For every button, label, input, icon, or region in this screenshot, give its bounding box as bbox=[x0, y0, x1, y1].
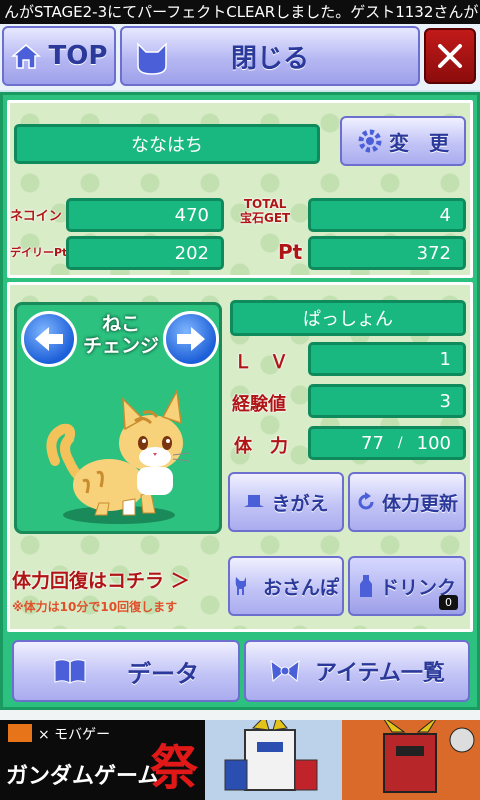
cat-change-label: ねこ チェンジ bbox=[79, 313, 163, 357]
hp-label: 体 力 bbox=[234, 436, 288, 457]
osanpo-button[interactable]: おさんぽ bbox=[228, 556, 344, 616]
arrow-right-icon bbox=[177, 327, 205, 351]
ad-kanji: 祭 bbox=[150, 740, 199, 796]
ad-banner[interactable]: × モバゲー ガンダムゲーム 祭 bbox=[0, 720, 480, 800]
close-panel-label: 閉じる bbox=[230, 43, 309, 74]
gundam-robot-icon bbox=[224, 720, 318, 791]
kigae-button[interactable]: きがえ bbox=[228, 472, 344, 532]
total-gem-value: 4 bbox=[439, 204, 451, 226]
player-name-field: ななはち bbox=[14, 124, 320, 164]
ad-title-block: × モバゲー ガンダムゲーム 祭 bbox=[0, 720, 205, 800]
brand-logo-icon bbox=[8, 724, 32, 742]
exp-field: 3 bbox=[308, 384, 466, 418]
top-bar: TOP 閉じる bbox=[0, 24, 480, 118]
neko-coin-value: 470 bbox=[174, 204, 209, 226]
ad-gundam-image-1 bbox=[205, 720, 342, 800]
neko-coin-field: 470 bbox=[66, 198, 224, 232]
cat-illustration bbox=[46, 388, 190, 524]
cat-display: ねこ チェンジ bbox=[14, 302, 222, 534]
top-button[interactable]: TOP bbox=[2, 26, 116, 86]
ad-title: ガンダムゲーム bbox=[6, 764, 160, 789]
hp-max: 100 bbox=[416, 432, 451, 454]
daily-pt-value: 202 bbox=[174, 242, 209, 264]
cat-name-field: ぱっしょん bbox=[230, 300, 466, 336]
total-gem-field: 4 bbox=[308, 198, 466, 232]
ad-brand: × モバゲー bbox=[38, 727, 111, 743]
drink-count-badge: 0 bbox=[439, 595, 458, 610]
pt-value: 372 bbox=[416, 242, 451, 264]
cat-change-text: ねこ チェンジ bbox=[82, 313, 159, 357]
top-button-label: TOP bbox=[48, 41, 108, 71]
recover-note: ※体力は10分で10回復します bbox=[12, 600, 178, 614]
walking-cat-icon bbox=[235, 577, 246, 595]
cat-name: ぱっしょん bbox=[303, 309, 393, 330]
news-ticker: んがSTAGE2-3にてパーフェクトCLEARしました。ゲスト1132さんが bbox=[0, 0, 480, 24]
arrow-left-icon bbox=[35, 327, 63, 351]
cat-head-icon bbox=[137, 42, 167, 75]
exp-value: 3 bbox=[439, 390, 451, 412]
items-label: アイテム一覧 bbox=[315, 661, 445, 686]
home-icon bbox=[10, 44, 41, 69]
hp-update-label: 体力更新 bbox=[381, 492, 458, 515]
gear-icon bbox=[358, 129, 382, 153]
bottle-icon bbox=[359, 575, 372, 597]
osanpo-label: おさんぽ bbox=[262, 576, 339, 599]
refresh-icon bbox=[358, 492, 374, 510]
exp-label: 経験値 bbox=[232, 394, 286, 415]
player-name: ななはち bbox=[131, 135, 203, 156]
close-panel-button[interactable]: 閉じる bbox=[120, 26, 420, 86]
hp-field: 77 / 100 bbox=[308, 426, 466, 460]
data-button[interactable]: データ bbox=[12, 640, 240, 702]
next-cat-button[interactable] bbox=[163, 311, 219, 367]
hat-icon bbox=[244, 495, 265, 507]
book-icon bbox=[54, 659, 86, 684]
daily-pt-field: 202 bbox=[66, 236, 224, 270]
hp-separator: / bbox=[397, 435, 403, 451]
prev-cat-button[interactable] bbox=[21, 311, 77, 367]
neko-coin-label: ネコイン bbox=[10, 209, 62, 224]
lv-field: 1 bbox=[308, 342, 466, 376]
data-label: データ bbox=[127, 659, 199, 688]
daily-pt-label: デイリーPt bbox=[10, 246, 68, 259]
recover-text: 体力回復はコチラ ＞ bbox=[12, 570, 190, 592]
close-x-button[interactable] bbox=[424, 28, 476, 84]
ad-gundam-image-2 bbox=[342, 720, 480, 800]
ribbon-icon bbox=[270, 659, 300, 682]
kigae-label: きがえ bbox=[271, 492, 329, 515]
total-gem-label: TOTAL 宝石GET bbox=[240, 197, 291, 225]
hp-update-button[interactable]: 体力更新 bbox=[348, 472, 466, 532]
items-button[interactable]: アイテム一覧 bbox=[244, 640, 470, 702]
change-name-button[interactable]: 変 更 bbox=[340, 116, 466, 166]
close-icon bbox=[438, 44, 462, 68]
lv-label: Ｌ Ｖ bbox=[234, 352, 288, 373]
lv-value: 1 bbox=[439, 348, 451, 370]
hp-current: 77 bbox=[361, 432, 384, 454]
gundam-robot-icon bbox=[383, 720, 475, 793]
divider bbox=[0, 710, 480, 720]
pt-field: 372 bbox=[308, 236, 466, 270]
drink-button[interactable]: ドリンク 0 bbox=[348, 556, 466, 616]
pt-label: Pt bbox=[278, 240, 303, 264]
change-name-label: 変 更 bbox=[389, 130, 449, 155]
